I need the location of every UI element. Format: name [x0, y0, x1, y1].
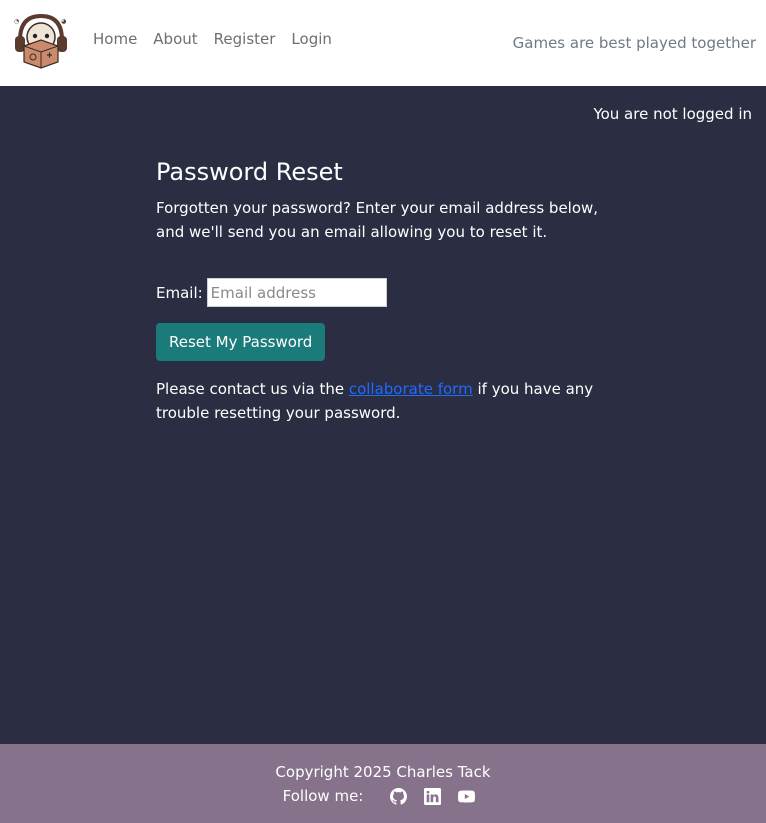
site-tagline: Games are best played together — [512, 34, 756, 52]
password-reset-section: Password Reset Forgotten your password? … — [156, 156, 616, 425]
help-text-before: Please contact us via the — [156, 380, 349, 398]
site-header: ◔ ◕ Home About Register Login Games are … — [0, 0, 766, 86]
social-links: Follow me: — [0, 786, 766, 806]
follow-label: Follow me: — [282, 787, 364, 805]
help-text: Please contact us via the collaborate fo… — [156, 377, 596, 425]
nav-login-link[interactable]: Login — [291, 29, 331, 49]
email-label: Email: — [156, 283, 203, 302]
site-footer: Copyright 2025 Charles Tack Follow me: — [0, 744, 766, 823]
main-nav: Home About Register Login — [93, 29, 348, 49]
linkedin-icon[interactable] — [423, 787, 441, 805]
logo-image: ◔ ◕ — [14, 13, 67, 69]
nav-about-link[interactable]: About — [153, 29, 197, 49]
collaborate-form-link[interactable]: collaborate form — [349, 380, 473, 398]
email-row: Email: — [156, 278, 616, 307]
copyright-text: Copyright 2025 Charles Tack — [275, 763, 491, 781]
svg-text:◔: ◔ — [14, 18, 19, 25]
youtube-icon[interactable] — [457, 787, 475, 805]
page-title: Password Reset — [156, 158, 343, 186]
github-icon[interactable] — [389, 787, 407, 805]
nav-home-link[interactable]: Home — [93, 29, 137, 49]
site-logo[interactable]: ◔ ◕ — [12, 12, 70, 74]
intro-text: Forgotten your password? Enter your emai… — [156, 199, 599, 241]
email-input[interactable] — [206, 278, 387, 307]
login-status: You are not logged in — [593, 105, 752, 123]
nav-register-link[interactable]: Register — [214, 29, 276, 49]
password-reset-form: Email: Reset My Password — [156, 278, 616, 361]
reset-password-button[interactable]: Reset My Password — [156, 323, 326, 361]
svg-text:◕: ◕ — [61, 18, 66, 25]
